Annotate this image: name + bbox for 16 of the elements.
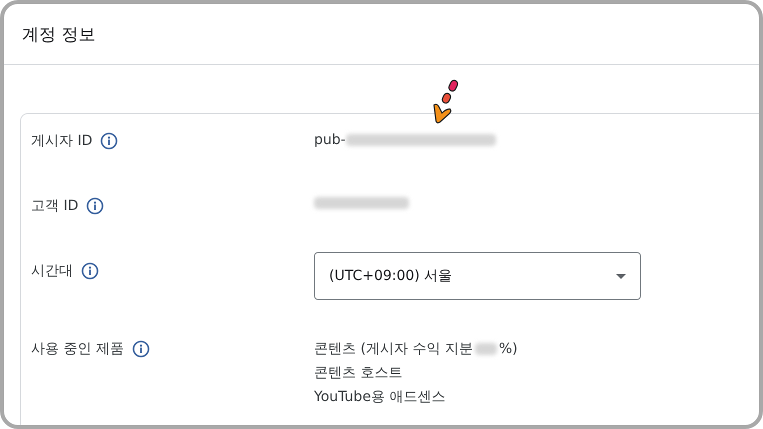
page-title: 계정 정보 (22, 24, 96, 46)
info-icon[interactable] (100, 132, 118, 150)
field-label: 게시자 ID (31, 132, 92, 150)
product-name: 콘텐츠 (게시자 수익 지분 (314, 340, 473, 358)
info-icon[interactable] (86, 197, 104, 215)
field-label: 사용 중인 제품 (31, 340, 124, 358)
product-name: YouTube용 애드센스 (314, 388, 446, 406)
info-icon[interactable] (132, 340, 150, 358)
field-label: 시간대 (31, 262, 73, 280)
percent-suffix: %) (498, 341, 518, 357)
field-label: 고객 ID (31, 197, 78, 215)
product-name: 콘텐츠 호스트 (314, 364, 402, 382)
id-value: pub- (314, 132, 346, 148)
dropdown-caret-icon (616, 274, 626, 278)
info-icon[interactable] (81, 262, 99, 280)
timezone-dropdown[interactable]: (UTC+09:00) 서울 (314, 252, 641, 300)
